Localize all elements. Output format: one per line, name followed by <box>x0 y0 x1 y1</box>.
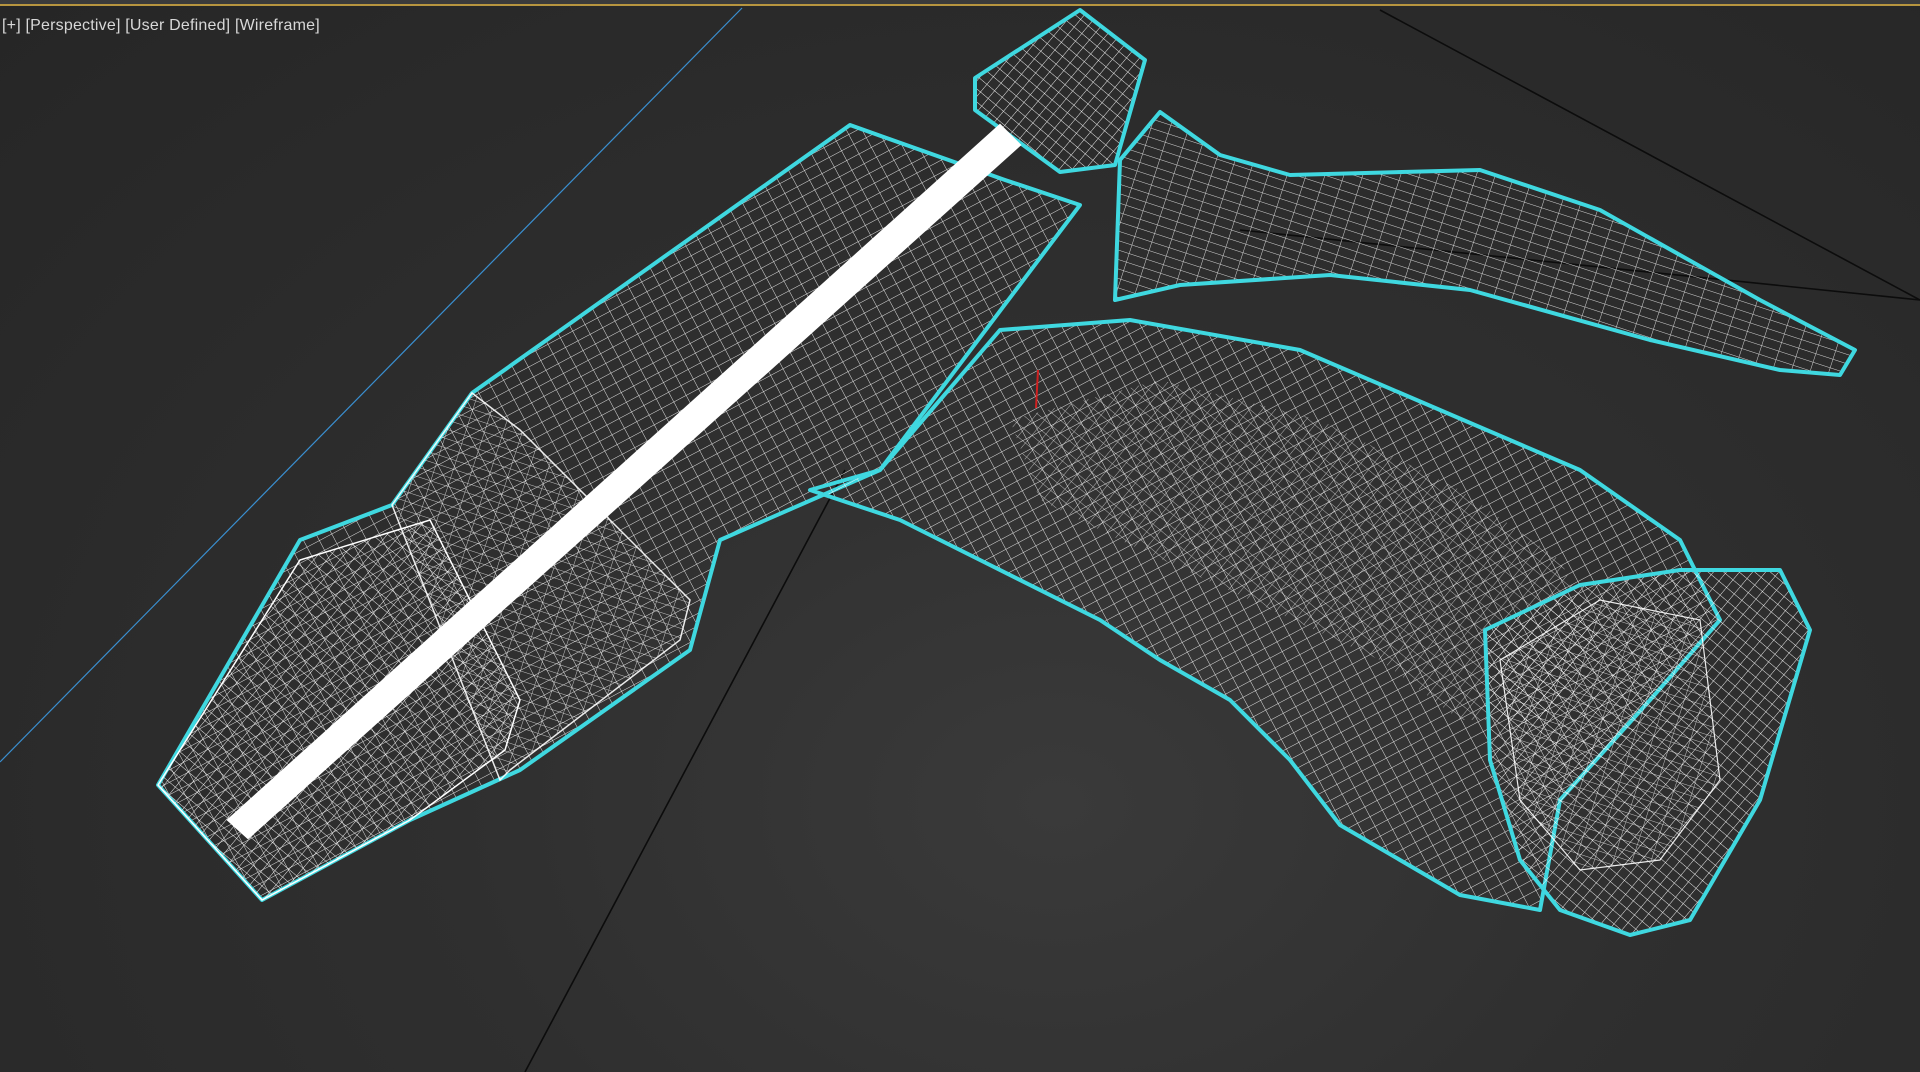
spray-nozzle-mesh[interactable] <box>156 8 1857 937</box>
3d-viewport[interactable]: [+] [Perspective] [User Defined] [Wirefr… <box>0 0 1920 1072</box>
scene-canvas[interactable] <box>0 0 1920 1072</box>
